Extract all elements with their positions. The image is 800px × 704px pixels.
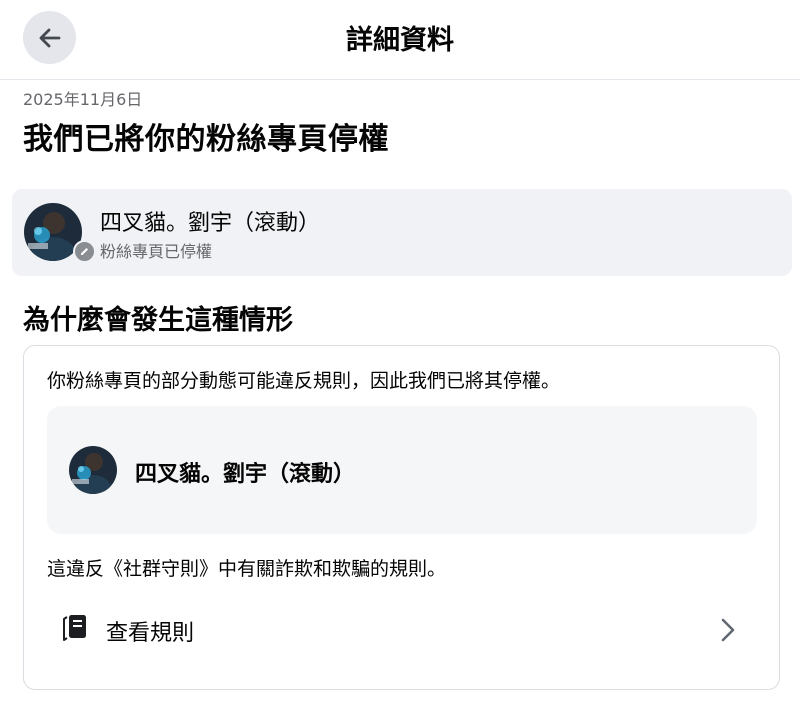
notice-headline: 我們已將你的粉絲專頁停權: [23, 122, 389, 157]
affected-page-name: 四叉貓。劉宇（滾動）: [135, 462, 356, 487]
page-summary-card[interactable]: 四叉貓。劉宇（滾動） 粉絲專頁已停權: [12, 189, 792, 276]
section-title: 為什麼會發生這種情形: [23, 305, 293, 336]
book-icon: [63, 615, 86, 641]
page-name: 四叉貓。劉宇（滾動）: [100, 211, 321, 236]
reason-text: 你粉絲專頁的部分動態可能違反規則，因此我們已將其停權。: [47, 370, 561, 392]
view-rules-label: 查看規則: [106, 621, 195, 646]
view-rules-button[interactable]: 查看規則: [44, 600, 764, 660]
reason-card: 你粉絲專頁的部分動態可能違反規則，因此我們已將其停權。 四叉貓。劉宇（滾動） 這…: [23, 345, 780, 690]
violation-text: 這違反《社群守則》中有關詐欺和欺騙的規則。: [47, 558, 447, 580]
page-avatar: [69, 446, 117, 494]
affected-page-card: 四叉貓。劉宇（滾動）: [47, 406, 757, 534]
notice-date: 2025年11月6日: [23, 90, 143, 109]
pencil-icon: [73, 240, 96, 263]
page-title: 詳細資料: [346, 25, 454, 56]
chevron-right-icon: [721, 618, 735, 642]
page-status: 粉絲專頁已停權: [100, 242, 213, 261]
top-bar: 詳細資料: [0, 0, 800, 80]
